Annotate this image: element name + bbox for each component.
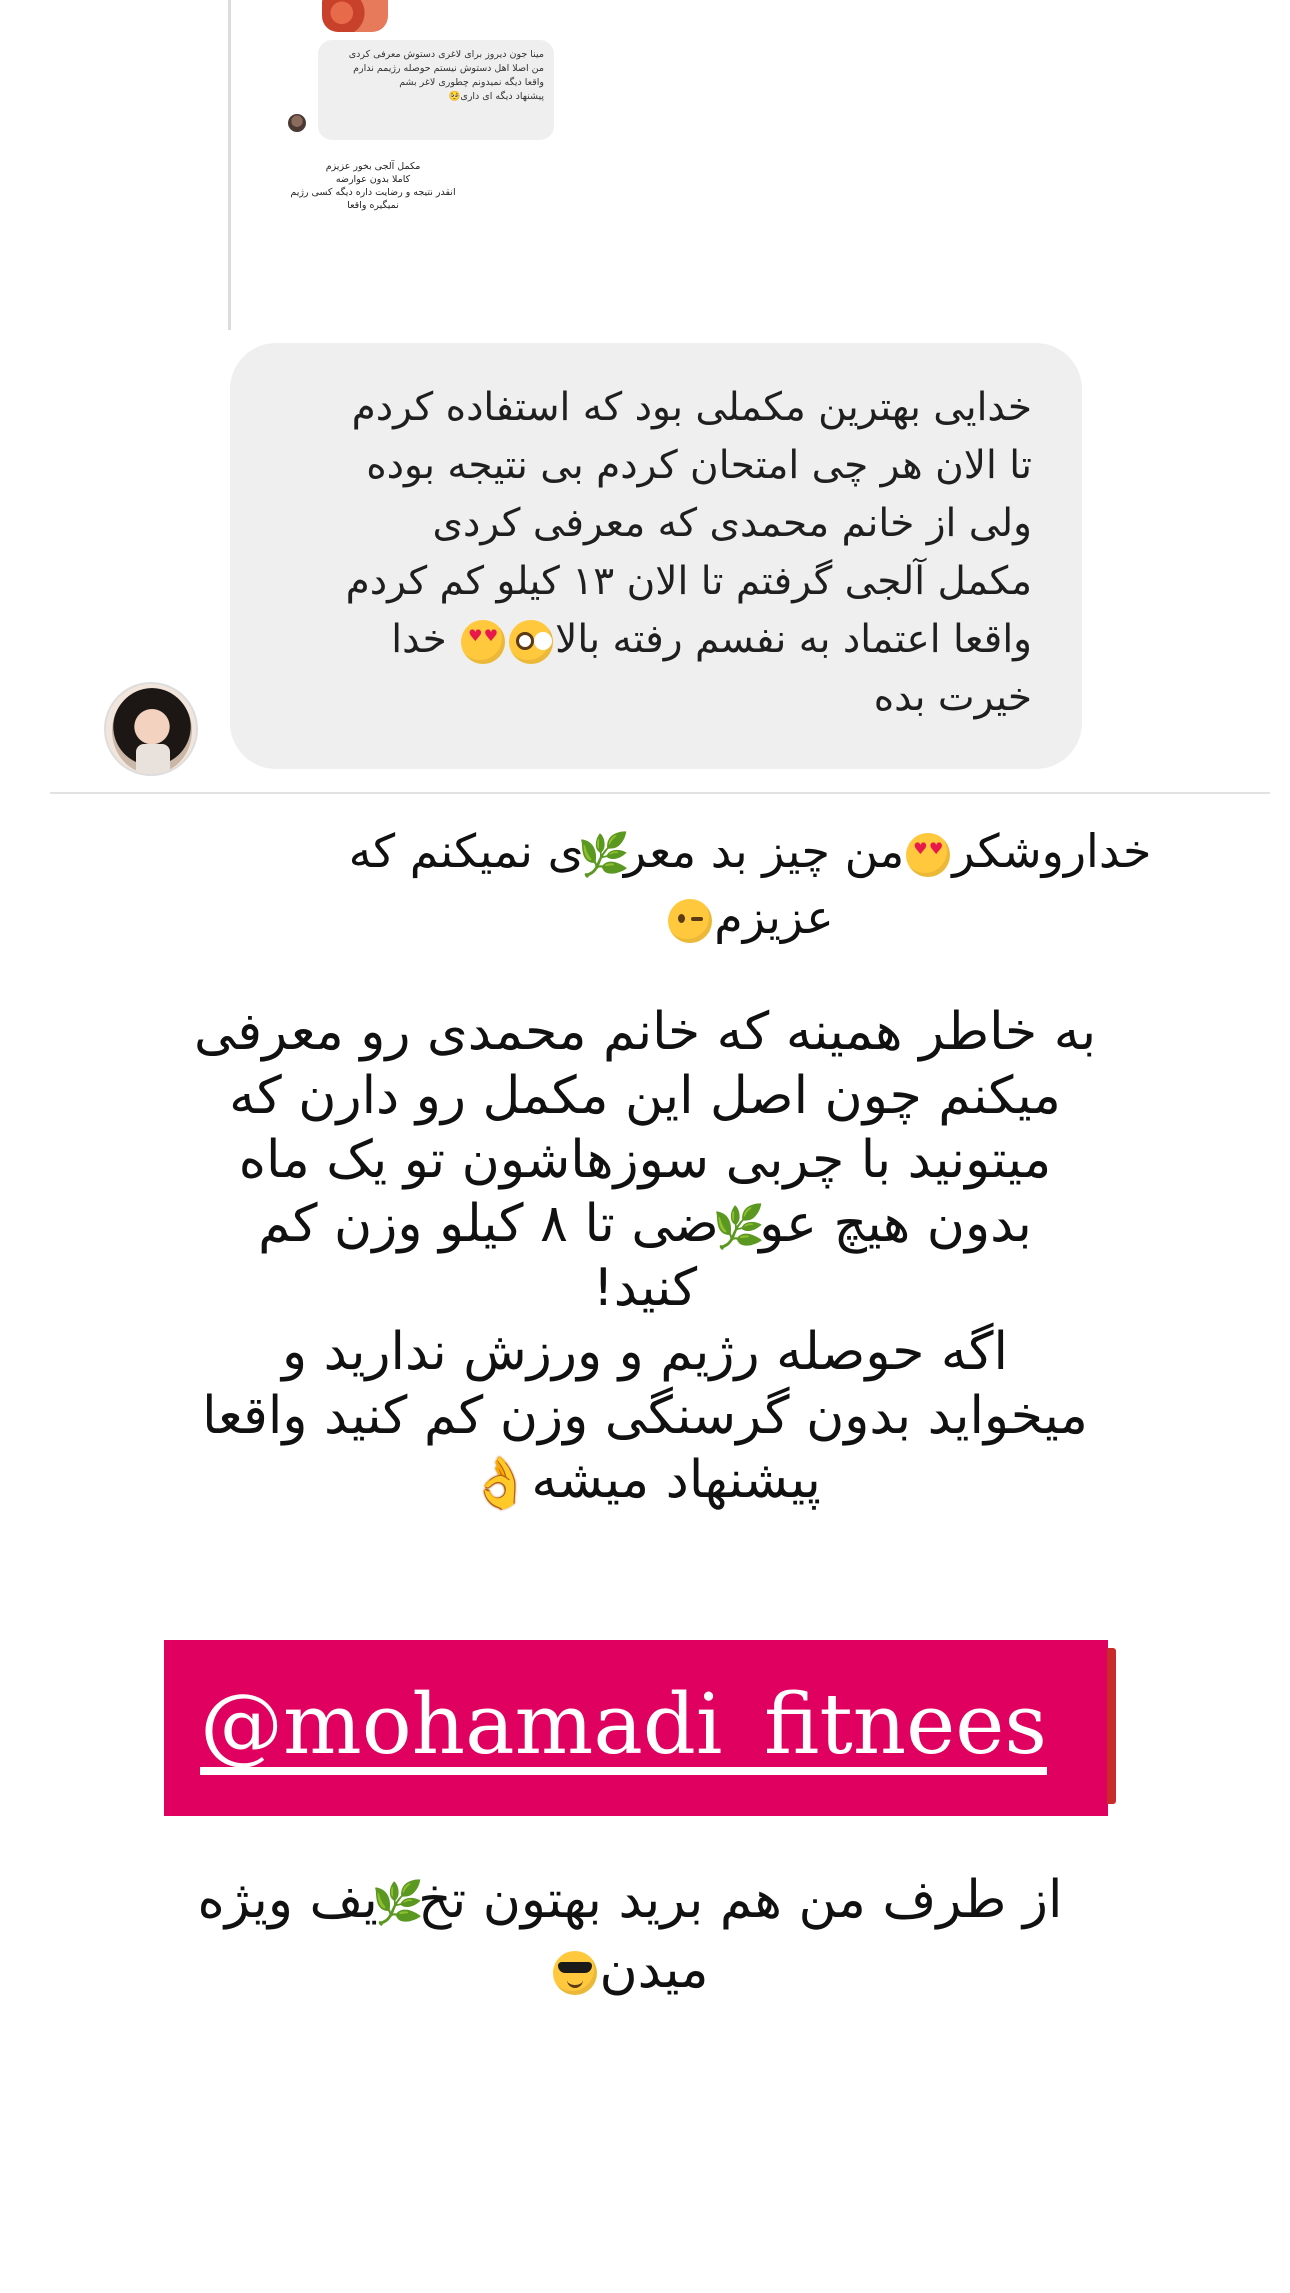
- sender-avatar[interactable]: [104, 682, 198, 776]
- quoted-comment-bubble: مینا جون دیروز برای لاغری دستوش معرفی کر…: [318, 40, 554, 140]
- section-divider: [50, 792, 1270, 794]
- caption-line: بدون هیچ عو🌿ضی تا ۸ کیلو وزن کم: [100, 1192, 1190, 1256]
- sunglasses-face-icon: [553, 1951, 598, 1995]
- quoted-reply-line: کاملا بدون عوارضه: [335, 174, 411, 185]
- smiling-face-with-heart-eyes-icon: [461, 619, 506, 664]
- quoted-comment-line: واقعا دیگه نمیدونم چطوری لاغر بشم: [399, 77, 544, 88]
- caption-line: اگه حوصله رژیم و ورزش ندارید و: [282, 1322, 1008, 1382]
- commenter-avatar: [288, 114, 306, 132]
- quoted-reply-line: مکمل آلجی بخور عزیزم: [325, 161, 421, 172]
- quoted-comment-line: من اصلا اهل دستوش نیستم حوصله رژیمم ندار…: [353, 63, 544, 74]
- message-text: واقعا اعتماد به نفسم رفته بالا: [555, 617, 1032, 662]
- quoted-reply-line: نمیگیره واقعا: [347, 200, 399, 211]
- herb-icon: 🌿: [371, 1878, 425, 1927]
- quoted-comment-line: مینا جون دیروز برای لاغری دستوش معرفی کر…: [348, 49, 544, 60]
- winking-face-icon: [668, 898, 713, 943]
- account-mention-link[interactable]: @mohamadi_fitnees: [200, 1670, 1070, 1780]
- caption-line: کنید!: [592, 1258, 698, 1318]
- quoted-comment-line: پیشنهاد دیگه ای داری🥺: [448, 91, 544, 102]
- caption-line: عزیزم: [290, 884, 1210, 950]
- message-line: تا الان هر چی امتحان کردم بی نتیجه بوده: [366, 443, 1032, 488]
- message-text: خدا: [391, 617, 447, 662]
- caption-line: میکنم چون اصل این مکمل رو دارن که: [229, 1066, 1061, 1126]
- message-line: ولی از خانم محمدی که معرفی کردی: [432, 501, 1032, 546]
- caption-text: من چیز بد معر: [623, 824, 905, 878]
- caption-text: ی نمیکنم که: [348, 824, 584, 878]
- caption-line: میخواید بدون گرسنگی وزن کم کنید واقعا: [202, 1386, 1088, 1446]
- caption-text: بدون هیچ عو: [759, 1194, 1032, 1254]
- ok-hand-icon: 👌: [469, 1454, 532, 1512]
- story-caption-3: از طرف من هم برید بهتون تخ🌿یف ویژه میدن: [110, 1865, 1150, 2005]
- caption-line: از طرف من هم برید بهتون تخ🌿یف ویژه: [110, 1865, 1150, 1935]
- avatar-photo-detail: [136, 744, 170, 774]
- caption-line: میتونید با چربی سوزهاشون تو یک ماه: [238, 1130, 1052, 1190]
- story-caption-1: خداروشکر من چیز بد معر🌿ی نمیکنم که عزیزم: [290, 818, 1210, 950]
- caption-text: یف ویژه: [197, 1870, 378, 1930]
- message-line: مکمل آلجی گرفتم تا الان ۱۳ کیلو کم کردم: [345, 559, 1032, 604]
- caption-text: پیشنهاد میشه: [531, 1450, 821, 1510]
- message-line: خدایی بهترین مکملی بود که استفاده کردم: [351, 385, 1032, 430]
- caption-text: از طرف من هم برید بهتون تخ: [418, 1870, 1063, 1930]
- herb-icon: 🌿: [577, 829, 630, 879]
- direct-message-bubble: خدایی بهترین مکملی بود که استفاده کردم ت…: [230, 343, 1082, 769]
- story-caption-2: به خاطر همینه که خانم محمدی رو معرفی میک…: [100, 1000, 1190, 1512]
- message-line: خیرت بده: [873, 675, 1032, 720]
- pleading-face-icon: [509, 619, 554, 664]
- smiling-face-with-heart-eyes-icon: [906, 832, 951, 877]
- caption-text: عزیزم: [714, 890, 834, 944]
- caption-line: خداروشکر من چیز بد معر🌿ی نمیکنم که: [290, 818, 1210, 884]
- quoted-reply-text: مکمل آلجی بخور عزیزم کاملا بدون عوارضه ا…: [268, 160, 478, 212]
- herb-icon: 🌿: [712, 1202, 766, 1251]
- caption-line: پیشنهاد میشه👌: [100, 1448, 1190, 1512]
- food-image-thumbnail: [322, 0, 388, 32]
- caption-text: خداروشکر: [952, 824, 1152, 878]
- caption-text: میدن: [599, 1940, 709, 2000]
- message-line: واقعا اعتماد به نفسم رفته بالا خدا: [270, 611, 1032, 669]
- caption-text: ضی تا ۸ کیلو وزن کم: [258, 1194, 719, 1254]
- thread-line: [228, 0, 231, 330]
- caption-line: میدن: [110, 1935, 1150, 2005]
- quoted-reply-line: انقدر نتیجه و رضایت داره دیگه کسی رژیم: [290, 187, 456, 198]
- caption-line: به خاطر همینه که خانم محمدی رو معرفی: [193, 1002, 1097, 1062]
